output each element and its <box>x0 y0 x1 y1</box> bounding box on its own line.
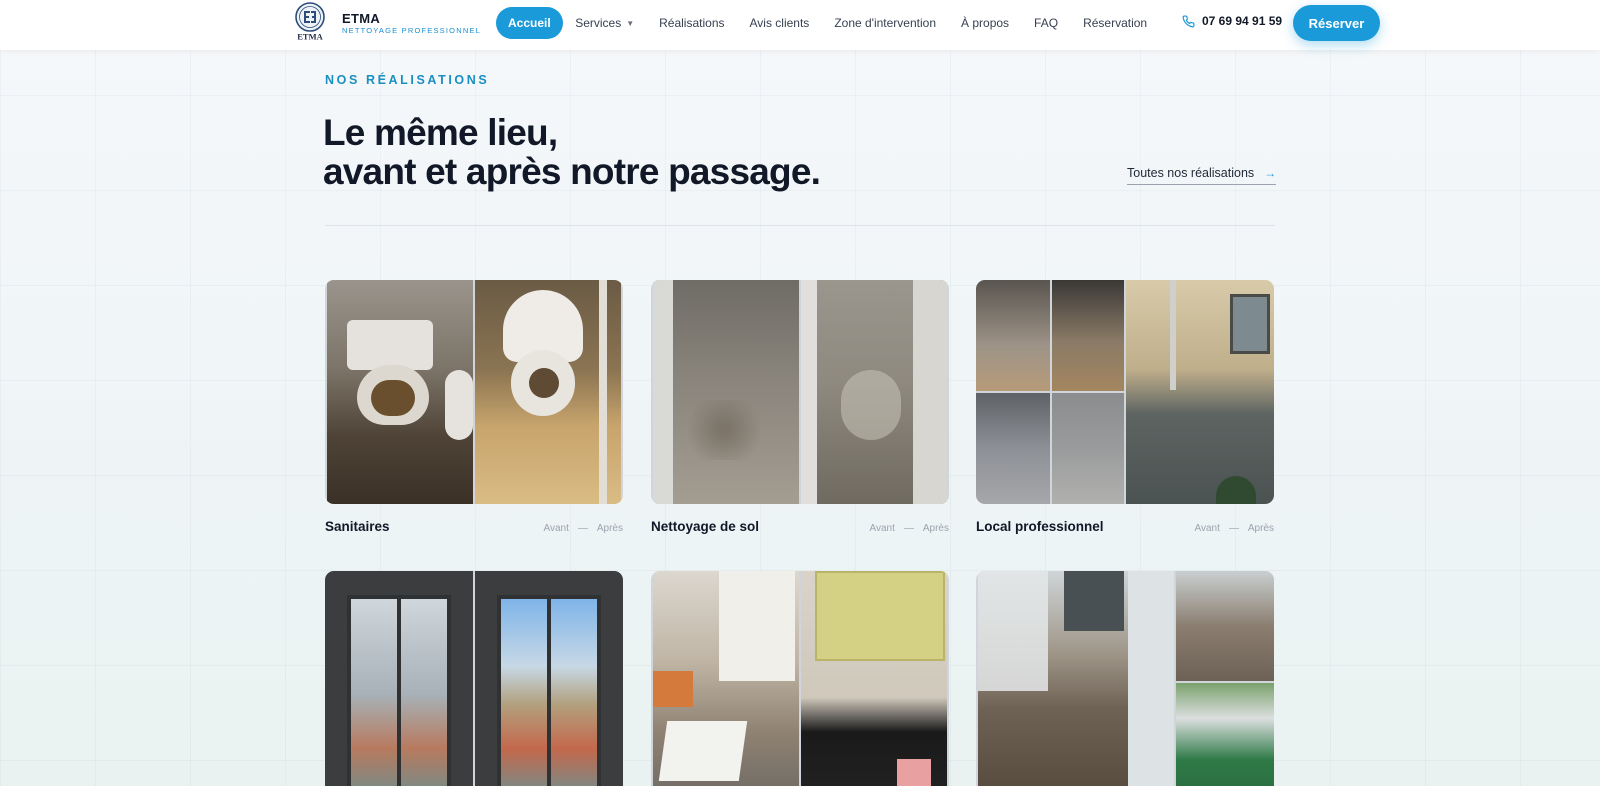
dash-separator <box>903 528 914 529</box>
nav-item-realisations[interactable]: Réalisations <box>647 7 737 39</box>
before-after-photo <box>651 280 949 504</box>
after-photo <box>475 571 623 786</box>
nav-item-faq[interactable]: FAQ <box>1022 7 1071 39</box>
nav-item-a-propos[interactable]: À propos <box>949 7 1022 39</box>
headline-line-1: Le même lieu, <box>323 112 558 153</box>
after-photo <box>801 571 947 786</box>
before-after-photo <box>651 571 949 786</box>
after-photo-2 <box>1176 683 1274 786</box>
before-photo <box>325 571 473 786</box>
chevron-down-icon: ▼ <box>626 18 635 28</box>
before-after-photo <box>976 280 1274 504</box>
realisation-card-sanitaires[interactable]: Sanitaires Avant Après <box>325 280 623 540</box>
before-label: Avant <box>869 523 895 534</box>
section-headline: Le même lieu, avant et après notre passa… <box>323 112 821 192</box>
nav-item-services[interactable]: Services ▼ <box>563 7 647 39</box>
before-after-legend: Avant Après <box>543 523 623 534</box>
before-after-photo <box>325 571 623 786</box>
nav-item-avis-clients[interactable]: Avis clients <box>737 7 822 39</box>
before-photo <box>978 571 1174 786</box>
card-title: Local professionnel <box>976 519 1104 534</box>
realisation-card-local-professionnel[interactable]: Local professionnel Avant Après <box>976 280 1274 540</box>
realisation-card-nettoyage-sol[interactable]: Nettoyage de sol Avant Après <box>651 280 949 540</box>
top-navbar: ETMA ETMA NETTOYAGE PROFESSIONNEL Accuei… <box>0 0 1600 50</box>
section-eyebrow: NOS RÉALISATIONS <box>325 73 490 87</box>
brand-tagline: NETTOYAGE PROFESSIONNEL <box>342 26 482 35</box>
after-label: Après <box>922 523 949 534</box>
card-title: Sanitaires <box>325 519 390 534</box>
before-photo-1 <box>976 280 1050 391</box>
card-title: Nettoyage de sol <box>651 519 760 534</box>
before-after-photo <box>976 571 1274 786</box>
phone-link[interactable]: 07 69 94 91 59 <box>1182 14 1282 28</box>
brand-block[interactable]: ETMA NETTOYAGE PROFESSIONNEL <box>342 11 481 36</box>
nav-item-zone-intervention[interactable]: Zone d'intervention <box>822 7 949 39</box>
before-photo <box>653 280 799 504</box>
arrow-right-icon: → <box>1264 166 1277 180</box>
after-photo <box>475 280 621 504</box>
nav-item-reservation[interactable]: Réservation <box>1071 7 1160 39</box>
etma-logo[interactable]: ETMA <box>292 1 328 42</box>
realisation-card-4[interactable] <box>325 571 623 786</box>
before-after-photo <box>325 280 623 504</box>
nav-item-accueil[interactable]: Accueil <box>496 7 563 39</box>
dash-separator <box>577 528 588 529</box>
before-label: Avant <box>1194 523 1220 534</box>
before-photo <box>327 280 473 504</box>
after-label: Après <box>1247 523 1274 534</box>
main-menu: Accueil Services ▼ Réalisations Avis cli… <box>496 7 1160 39</box>
before-photo <box>653 571 799 786</box>
before-after-legend: Avant Après <box>1194 523 1274 534</box>
phone-number: 07 69 94 91 59 <box>1202 14 1283 28</box>
photo-main <box>1126 280 1274 504</box>
svg-text:ETMA: ETMA <box>297 32 323 42</box>
after-photo-1 <box>1176 571 1274 681</box>
all-realisations-link[interactable]: Toutes nos réalisations → <box>1127 166 1277 185</box>
headline-line-2: avant et après notre passage. <box>323 151 821 192</box>
realisation-card-6[interactable] <box>976 571 1274 786</box>
after-photo-2 <box>1052 393 1124 504</box>
before-after-legend: Avant Après <box>869 523 949 534</box>
reserve-button[interactable]: Réserver <box>1293 5 1380 41</box>
after-photo <box>801 280 947 504</box>
nav-item-services-label: Services <box>575 16 622 30</box>
phone-icon <box>1182 14 1195 27</box>
all-realisations-label: Toutes nos réalisations <box>1127 166 1255 180</box>
before-photo-2 <box>1052 280 1124 391</box>
dash-separator <box>1228 528 1239 529</box>
after-label: Après <box>596 523 623 534</box>
section-divider <box>325 225 1275 226</box>
after-photo-1 <box>976 393 1050 504</box>
realisation-card-5[interactable] <box>651 571 949 786</box>
before-label: Avant <box>543 523 569 534</box>
brand-name: ETMA <box>342 11 381 26</box>
